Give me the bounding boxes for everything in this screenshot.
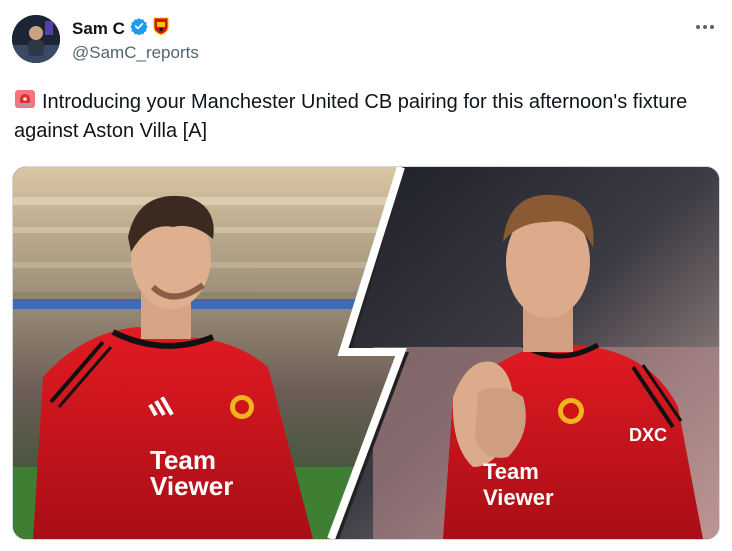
author-display-name[interactable]: Sam C	[72, 19, 125, 39]
svg-text:Viewer: Viewer	[483, 485, 554, 510]
tweet-body: Introducing your Manchester United CB pa…	[14, 91, 688, 142]
svg-text:Team: Team	[483, 459, 539, 484]
svg-text:Viewer: Viewer	[150, 471, 233, 501]
author-name-row: Sam C	[72, 17, 169, 40]
author-avatar[interactable]	[12, 15, 60, 63]
media-composite-image: Team Viewer DXC Team Viewer	[13, 167, 719, 539]
tweet-text: Introducing your Manchester United CB pa…	[14, 88, 714, 145]
more-options-icon[interactable]	[694, 16, 716, 38]
man-utd-crest-icon	[153, 17, 169, 40]
siren-emoji-icon	[14, 88, 36, 118]
avatar-photo	[12, 15, 60, 63]
tweet-media-image[interactable]: Team Viewer DXC Team Viewer	[12, 166, 720, 540]
author-handle[interactable]: @SamC_reports	[72, 43, 199, 63]
verified-badge-icon	[130, 17, 148, 40]
svg-text:DXC: DXC	[629, 425, 667, 445]
